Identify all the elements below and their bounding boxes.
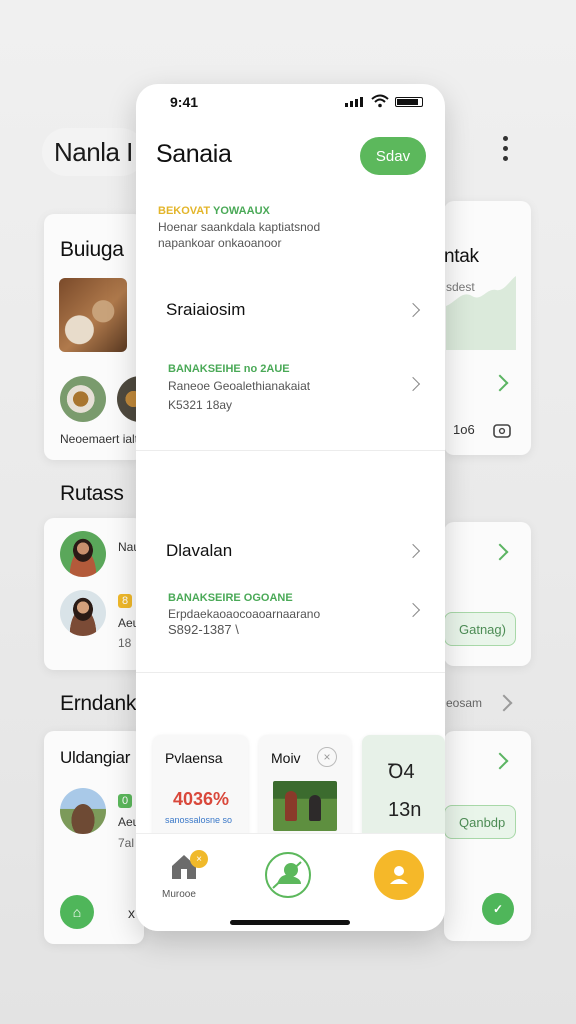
right-card-1-value: 1o6 [453,422,475,437]
mini-card-1-value: 4036% [173,789,230,809]
notice-text: Hoenar saankdala kaptiatsnod napankoar o… [158,219,320,251]
see-more-link[interactable]: eosam [446,696,482,710]
notice-tag-yellow: BEKOVAT [158,205,211,217]
home-tab-label: Murooe [162,889,196,900]
section-3-card-title: Uldangiar [60,748,131,767]
list-item-2-sub-2: K5321 18ay [168,398,233,412]
notice-tag-green: YOWAAUX [213,205,270,217]
list-item-3-chevron-icon[interactable] [405,543,421,559]
food-thumb-1[interactable] [60,376,106,422]
signal-icon [345,97,363,107]
mini-card-1[interactable]: Pvlaensa 4036% sanossalosne so [153,735,248,845]
tab-bar: × Murooe [136,833,445,931]
right-card-2-button[interactable]: Gatnag) [444,612,516,646]
mini-card-3-value-2: 13n [388,799,422,821]
home-indicator [230,920,350,925]
mini-card-2[interactable]: Moiv × [259,735,351,845]
background-title: Nanla I [42,128,145,176]
right-card-3-button[interactable]: Qanbdp [444,805,516,839]
status-time: 9:41 [170,94,199,110]
section-1-caption: Neoemaert ialt [60,432,139,446]
back-home-button[interactable]: ⌂ [60,895,94,929]
list-item-1-chevron-icon[interactable] [405,302,421,318]
page-title: Sanaia [156,140,232,168]
mini-card-1-sub: sanossalosne so [165,815,233,825]
section-title-3: Erndankc [60,692,147,715]
mini-card-2-title: Moiv [271,750,301,766]
back-action-button[interactable]: ✓ [482,893,514,925]
divider [136,672,445,673]
list-item-3-title[interactable]: Dlavalan [166,541,232,561]
list-item-4-tag: BANAKSEIRE OGOANE [168,592,293,604]
section-title-1-label: Buiuga [60,238,124,261]
profile-tab-icon[interactable] [374,850,424,900]
action-button[interactable]: Sdav [360,137,426,175]
list-item-1-title[interactable]: Sraiaiosim [166,300,245,320]
section-3-badge: 0 [118,794,133,808]
section-3-sub: 7al [118,836,135,850]
list-item-4-sub-2: S892-1387 \ [168,622,239,637]
notice-tag: BEKOVAT YOWAAUX [158,205,270,217]
food-image-1[interactable] [59,278,127,352]
battery-icon [395,97,423,107]
mini-card-1-title: Pvlaensa [165,750,223,766]
avatar-2[interactable] [60,590,106,636]
list-item-2-sub-1: Raneoe Geoalethianakaiat [168,379,311,393]
community-tab-icon[interactable] [265,852,311,898]
close-icon[interactable]: × [317,747,337,767]
camera-icon[interactable] [492,421,512,439]
notice-line-1: Hoenar saankdala kaptiatsnod [158,220,321,234]
more-options-icon[interactable] [498,136,512,161]
avatar-3[interactable] [60,788,106,834]
home-badge: × [190,850,208,868]
status-bar: 9:41 [136,84,445,120]
mini-card-3-value-1: Ꝺ4 [388,761,415,783]
phone-screen: 9:41 Sanaia Sdav BEKOVAT YOWAAUX Hoenar … [136,84,445,931]
list-item-2-tag: BANAKSEIHE no 2AUE [168,363,290,375]
avatar-1[interactable] [60,531,106,577]
notice-line-2: napankoar onkaoanoor [158,236,282,250]
right-card-1-chart [446,276,516,350]
mini-card-2-image [273,781,337,831]
wifi-icon [371,94,389,108]
section-2-row-2-sub: 18 [118,636,132,650]
section-2-row-2-badge: 8 [118,594,133,608]
section-title-2: Rutass [60,482,124,505]
list-item-4-chevron-icon[interactable] [405,602,421,618]
mini-card-3[interactable]: Ꝺ4 13n [362,735,445,845]
divider [136,450,445,451]
section-3-extra: x [128,905,135,921]
list-item-2-chevron-icon[interactable] [405,376,421,392]
right-card-1-title: ntak [444,246,479,267]
